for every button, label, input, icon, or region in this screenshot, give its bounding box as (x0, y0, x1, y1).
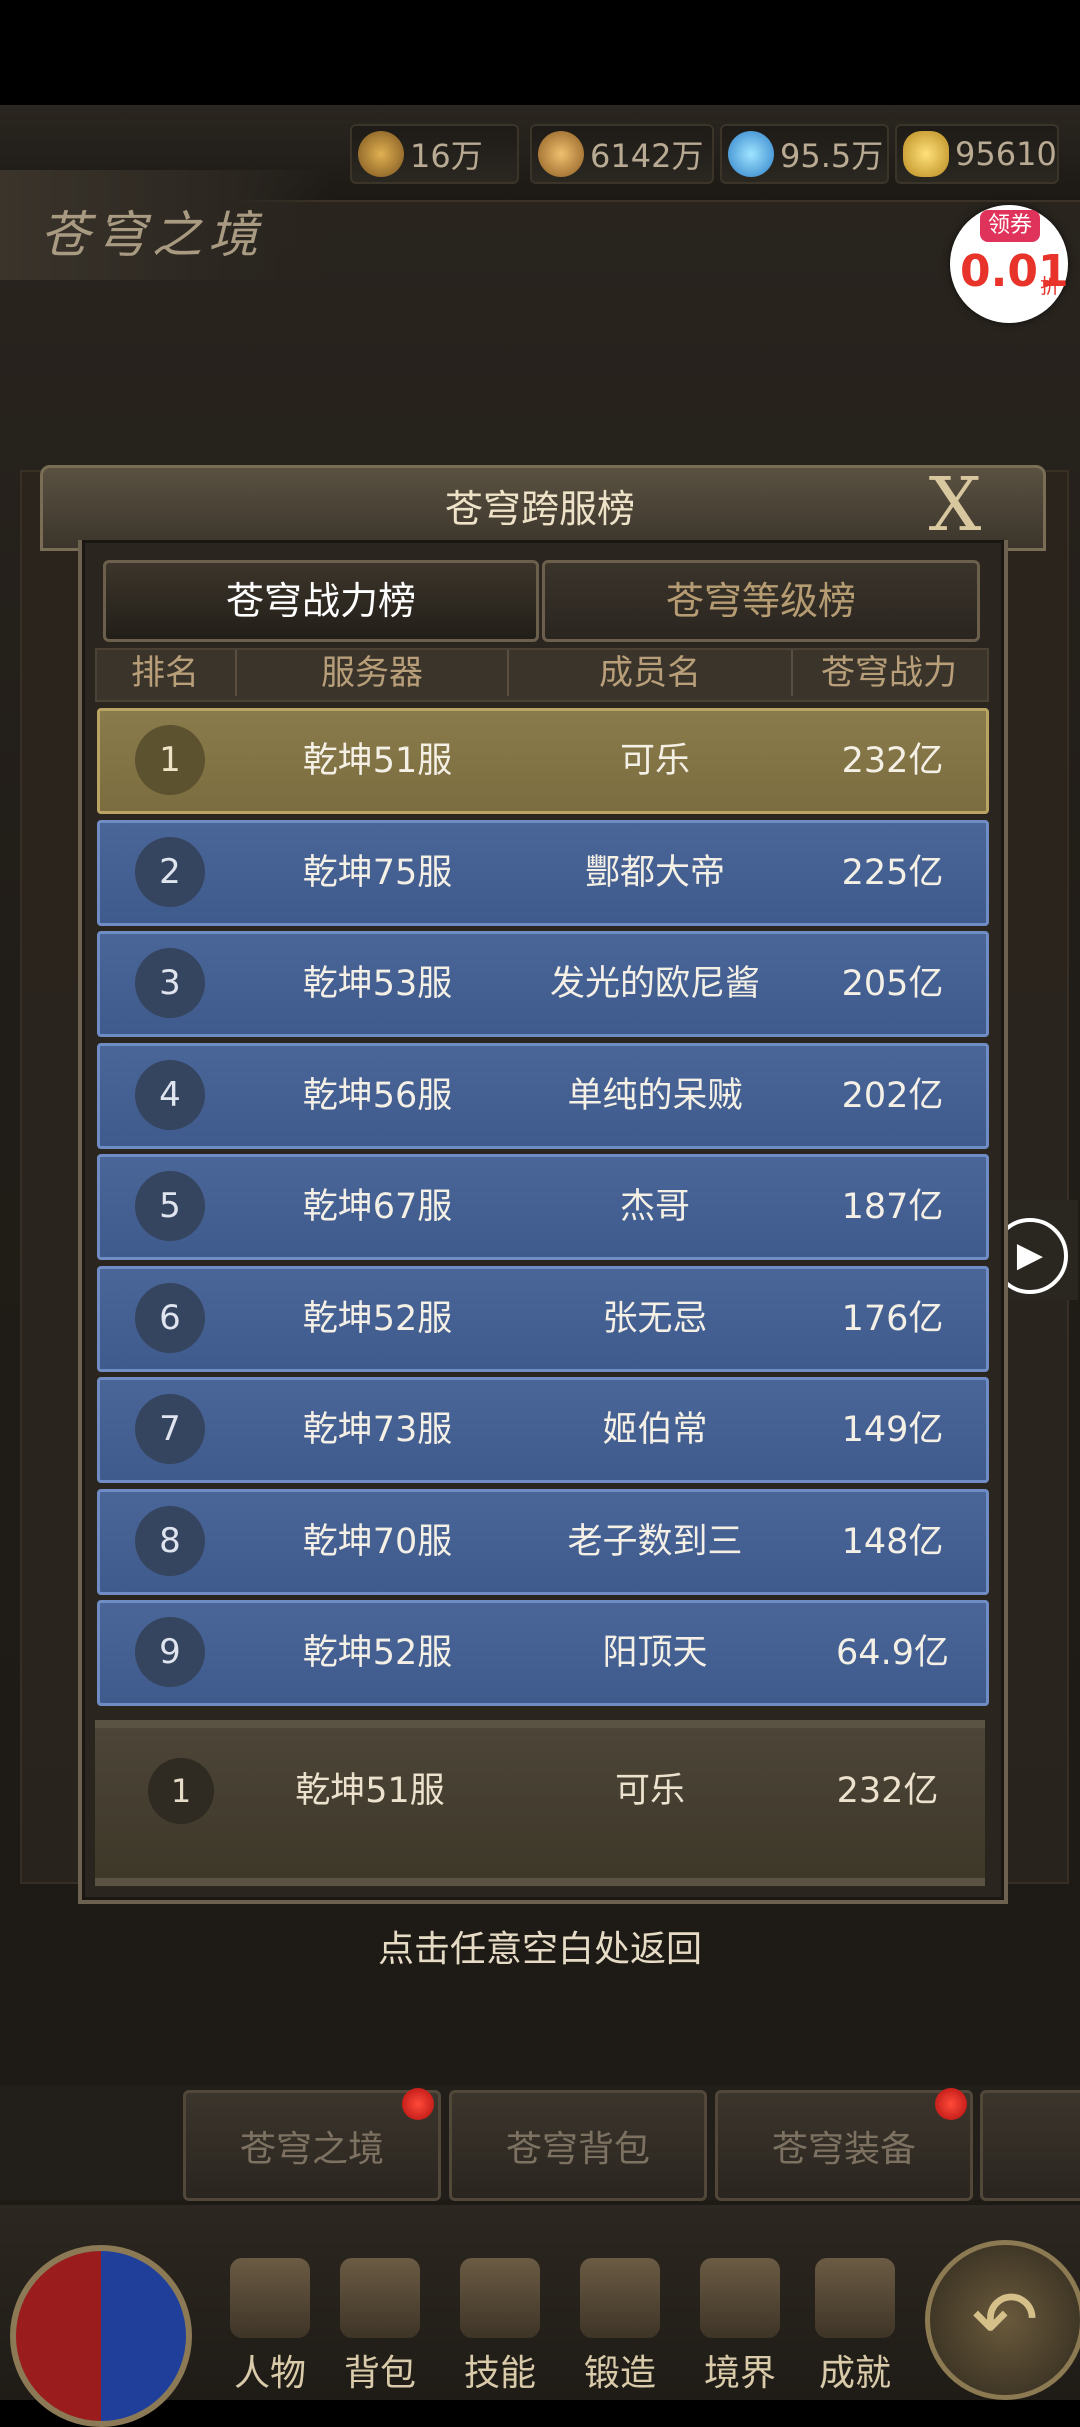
member-name-cell: 阳顶天 (602, 1633, 708, 1673)
currency-value: 95.5万 (780, 137, 884, 175)
member-name-cell: 单纯的呆贼 (567, 1076, 743, 1116)
currency-diamond: 95.5万 (720, 124, 889, 184)
rank-number: 1 (135, 725, 205, 795)
currency-gold-ore: 16万 (350, 124, 519, 184)
bottom-tab-bag[interactable]: 苍穹背包 (449, 2090, 707, 2201)
menu-label: 背包 (343, 2353, 416, 2394)
spiral-coin-icon (538, 131, 584, 177)
column-header-member: 成员名 (599, 653, 701, 693)
gold-ingot-icon (903, 131, 949, 177)
rank-number: 6 (135, 1283, 205, 1353)
server-cell: 乾坤67服 (302, 1187, 453, 1227)
currency-value: 16万 (410, 137, 483, 175)
member-name-cell: 张无忌 (602, 1299, 708, 1339)
rank-number: 3 (135, 948, 205, 1018)
achievement-scroll-icon (815, 2258, 895, 2338)
menu-label: 境界 (703, 2353, 776, 2394)
bottom-tab-more[interactable] (980, 2090, 1080, 2201)
rank-number: 7 (135, 1394, 205, 1464)
currency-ingot: 95610 (895, 124, 1059, 184)
menu-label: 成就 (818, 2353, 891, 2394)
dismiss-hint: 点击任意空白处返回 (377, 1929, 702, 1970)
power-cell: 149亿 (841, 1410, 944, 1450)
rank-number: 4 (135, 1060, 205, 1130)
power-cell: 205亿 (841, 964, 944, 1004)
status-bar (0, 0, 1080, 105)
power-cell: 176亿 (841, 1299, 944, 1339)
server-cell: 乾坤73服 (302, 1410, 453, 1450)
notification-dot (402, 2088, 434, 2120)
skill-book-icon (460, 2258, 540, 2338)
server-cell: 乾坤56服 (302, 1076, 453, 1116)
rank-number: 8 (135, 1506, 205, 1576)
column-header-server: 服务器 (321, 653, 423, 693)
server-cell: 乾坤53服 (302, 964, 453, 1004)
column-header-power: 苍穹战力 (821, 653, 957, 693)
rank-number: 5 (135, 1171, 205, 1241)
my-rank-name: 可乐 (614, 1771, 685, 1811)
close-icon[interactable]: X (920, 468, 990, 542)
power-cell: 232亿 (841, 741, 944, 781)
currency-value: 95610 (955, 135, 1057, 173)
server-cell: 乾坤52服 (302, 1633, 453, 1673)
power-cell: 225亿 (841, 853, 944, 893)
member-name-cell: 老子数到三 (567, 1522, 743, 1562)
currency-spiral: 6142万 (530, 124, 714, 184)
column-header-rank: 排名 (131, 653, 199, 693)
diamond-icon (728, 131, 774, 177)
power-cell: 202亿 (841, 1076, 944, 1116)
scene-title: 苍穹之境 (40, 206, 264, 264)
forge-icon (580, 2258, 660, 2338)
server-cell: 乾坤52服 (302, 1299, 453, 1339)
power-cell: 187亿 (841, 1187, 944, 1227)
power-cell: 148亿 (841, 1522, 944, 1562)
menu-skills[interactable]: 技能 (445, 2250, 555, 2400)
member-name-cell: 姬伯常 (602, 1410, 708, 1450)
modal-title: 苍穹跨服榜 (444, 487, 635, 531)
my-rank-server: 乾坤51服 (295, 1771, 445, 1811)
bag-icon (340, 2258, 420, 2338)
bottom-tab-label: 苍穹之境 (239, 2128, 384, 2170)
coupon-tag: 领券 (980, 210, 1040, 242)
server-cell: 乾坤51服 (302, 741, 453, 781)
bottom-tab-label: 苍穹装备 (771, 2128, 916, 2170)
realm-icon (700, 2258, 780, 2338)
bottom-tab-label: 苍穹背包 (505, 2128, 650, 2170)
my-rank-number: 1 (148, 1758, 214, 1824)
menu-achievements[interactable]: 成就 (800, 2250, 910, 2400)
tab-level-ranking[interactable]: 苍穹等级榜 (542, 560, 980, 642)
menu-realm[interactable]: 境界 (685, 2250, 795, 2400)
member-name-cell: 杰哥 (619, 1187, 690, 1227)
currency-value: 6142万 (590, 137, 704, 175)
power-cell: 64.9亿 (836, 1633, 949, 1673)
menu-bag[interactable]: 背包 (325, 2250, 435, 2400)
back-arrow-icon[interactable]: ↶ (925, 2240, 1080, 2400)
menu-label: 人物 (233, 2353, 306, 2394)
server-cell: 乾坤70服 (302, 1522, 453, 1562)
rank-number: 2 (135, 837, 205, 907)
member-name-cell: 发光的欧尼酱 (549, 964, 760, 1004)
server-cell: 乾坤75服 (302, 853, 453, 893)
character-icon (230, 2258, 310, 2338)
rank-number: 9 (135, 1617, 205, 1687)
notification-dot (935, 2088, 967, 2120)
menu-forge[interactable]: 锻造 (565, 2250, 675, 2400)
menu-label: 技能 (463, 2353, 536, 2394)
menu-label: 锻造 (583, 2353, 656, 2394)
tab-power-ranking[interactable]: 苍穹战力榜 (103, 560, 539, 642)
gold-ore-icon (358, 131, 404, 177)
member-name-cell: 可乐 (619, 741, 690, 781)
coupon-unit: 折 (1040, 274, 1060, 298)
member-name-cell: 酆都大帝 (584, 853, 725, 893)
menu-character[interactable]: 人物 (215, 2250, 325, 2400)
my-rank-power: 232亿 (836, 1771, 939, 1811)
